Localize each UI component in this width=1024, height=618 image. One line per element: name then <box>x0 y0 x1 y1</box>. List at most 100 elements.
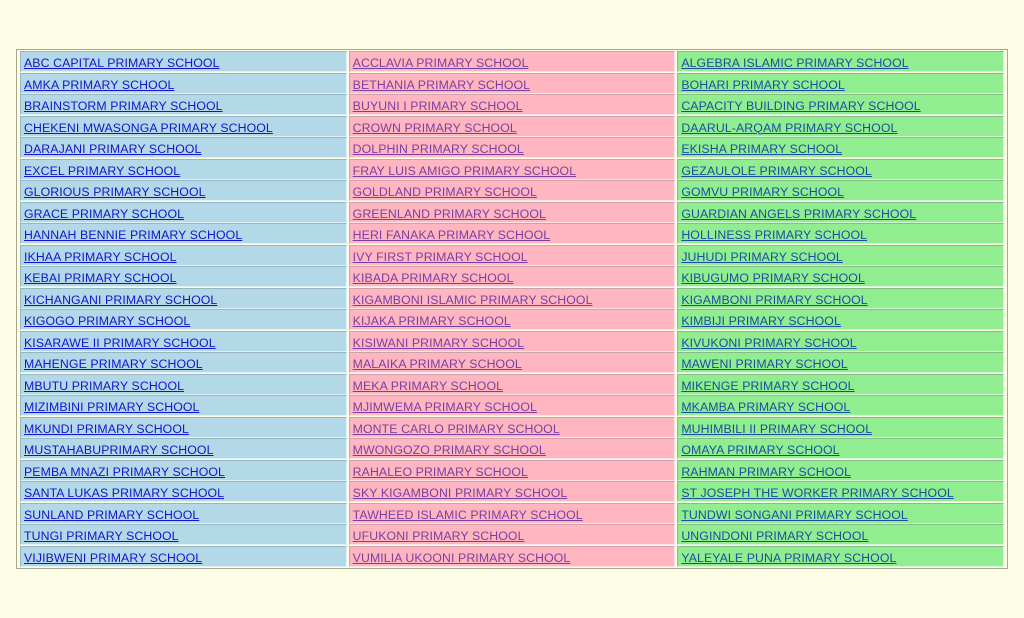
school-link[interactable]: RAHALEO PRIMARY SCHOOL <box>353 465 528 479</box>
school-link[interactable]: KIGOGO PRIMARY SCHOOL <box>24 314 190 328</box>
school-link[interactable]: MKUNDI PRIMARY SCHOOL <box>24 422 189 436</box>
school-cell[interactable]: KIBUGUMO PRIMARY SCHOOL <box>677 266 1004 287</box>
school-cell[interactable]: KICHANGANI PRIMARY SCHOOL <box>20 287 347 309</box>
school-link[interactable]: TUNDWI SONGANI PRIMARY SCHOOL <box>681 508 908 522</box>
school-link[interactable]: ALGEBRA ISLAMIC PRIMARY SCHOOL <box>681 56 908 70</box>
school-cell[interactable]: MWONGOZO PRIMARY SCHOOL <box>348 438 676 459</box>
school-cell[interactable]: BRAINSTORM PRIMARY SCHOOL <box>20 94 347 115</box>
school-link[interactable]: GLORIOUS PRIMARY SCHOOL <box>24 185 206 199</box>
school-link[interactable]: ABC CAPITAL PRIMARY SCHOOL <box>24 56 220 70</box>
school-link[interactable]: GUARDIAN ANGELS PRIMARY SCHOOL <box>681 207 916 221</box>
school-cell[interactable]: MEKA PRIMARY SCHOOL <box>348 373 676 395</box>
school-cell[interactable]: IKHAA PRIMARY SCHOOL <box>20 244 347 266</box>
school-link[interactable]: GEZAULOLE PRIMARY SCHOOL <box>681 164 872 178</box>
school-link[interactable]: KIGAMBONI ISLAMIC PRIMARY SCHOOL <box>353 293 593 307</box>
school-link[interactable]: AMKA PRIMARY SCHOOL <box>24 78 174 92</box>
school-link[interactable]: MONTE CARLO PRIMARY SCHOOL <box>353 422 560 436</box>
school-link[interactable]: VUMILIA UKOONI PRIMARY SCHOOL <box>353 551 571 565</box>
school-link[interactable]: DAARUL-ARQAM PRIMARY SCHOOL <box>681 121 897 135</box>
school-cell[interactable]: MKUNDI PRIMARY SCHOOL <box>20 416 347 438</box>
school-cell[interactable]: OMAYA PRIMARY SCHOOL <box>677 438 1004 459</box>
school-cell[interactable]: MUHIMBILI II PRIMARY SCHOOL <box>677 416 1004 438</box>
school-cell[interactable]: MONTE CARLO PRIMARY SCHOOL <box>348 416 676 438</box>
school-link[interactable]: MAHENGE PRIMARY SCHOOL <box>24 357 203 371</box>
school-link[interactable]: CROWN PRIMARY SCHOOL <box>353 121 517 135</box>
school-cell[interactable]: KIGAMBONI ISLAMIC PRIMARY SCHOOL <box>348 287 676 309</box>
school-link[interactable]: MUHIMBILI II PRIMARY SCHOOL <box>681 422 872 436</box>
school-cell[interactable]: JUHUDI PRIMARY SCHOOL <box>677 244 1004 266</box>
school-cell[interactable]: HOLLINESS PRIMARY SCHOOL <box>677 223 1004 244</box>
school-cell[interactable]: UFUKONI PRIMARY SCHOOL <box>348 524 676 545</box>
school-cell[interactable]: UNGINDONI PRIMARY SCHOOL <box>677 524 1004 545</box>
school-cell[interactable]: GOMVU PRIMARY SCHOOL <box>677 180 1004 201</box>
school-link[interactable]: BOHARI PRIMARY SCHOOL <box>681 78 845 92</box>
school-link[interactable]: MWONGOZO PRIMARY SCHOOL <box>353 443 546 457</box>
school-link[interactable]: DOLPHIN PRIMARY SCHOOL <box>353 142 524 156</box>
school-link[interactable]: HOLLINESS PRIMARY SCHOOL <box>681 228 867 242</box>
school-cell[interactable]: MALAIKA PRIMARY SCHOOL <box>348 352 676 373</box>
school-cell[interactable]: KEBAI PRIMARY SCHOOL <box>20 266 347 287</box>
school-cell[interactable]: MAHENGE PRIMARY SCHOOL <box>20 352 347 373</box>
school-cell[interactable]: AMKA PRIMARY SCHOOL <box>20 72 347 94</box>
school-cell[interactable]: TAWHEED ISLAMIC PRIMARY SCHOOL <box>348 502 676 524</box>
school-cell[interactable]: MBUTU PRIMARY SCHOOL <box>20 373 347 395</box>
school-cell[interactable]: KIBADA PRIMARY SCHOOL <box>348 266 676 287</box>
school-link[interactable]: SANTA LUKAS PRIMARY SCHOOL <box>24 486 224 500</box>
school-link[interactable]: KIGAMBONI PRIMARY SCHOOL <box>681 293 867 307</box>
school-link[interactable]: KIBADA PRIMARY SCHOOL <box>353 271 514 285</box>
school-link[interactable]: MKAMBA PRIMARY SCHOOL <box>681 400 850 414</box>
school-link[interactable]: MIZIMBINI PRIMARY SCHOOL <box>24 400 200 414</box>
school-cell[interactable]: CHEKENI MWASONGA PRIMARY SCHOOL <box>20 115 347 137</box>
school-link[interactable]: MBUTU PRIMARY SCHOOL <box>24 379 184 393</box>
school-link[interactable]: SUNLAND PRIMARY SCHOOL <box>24 508 199 522</box>
school-cell[interactable]: ALGEBRA ISLAMIC PRIMARY SCHOOL <box>677 51 1004 72</box>
school-link[interactable]: BUYUNI I PRIMARY SCHOOL <box>353 99 523 113</box>
school-cell[interactable]: SANTA LUKAS PRIMARY SCHOOL <box>20 481 347 502</box>
school-link[interactable]: MJIMWEMA PRIMARY SCHOOL <box>353 400 537 414</box>
school-link[interactable]: RAHMAN PRIMARY SCHOOL <box>681 465 851 479</box>
school-cell[interactable]: KIGOGO PRIMARY SCHOOL <box>20 309 347 330</box>
school-cell[interactable]: VUMILIA UKOONI PRIMARY SCHOOL <box>348 545 676 567</box>
school-link[interactable]: MEKA PRIMARY SCHOOL <box>353 379 503 393</box>
school-link[interactable]: EKISHA PRIMARY SCHOOL <box>681 142 842 156</box>
school-link[interactable]: KISIWANI PRIMARY SCHOOL <box>353 336 525 350</box>
school-link[interactable]: PEMBA MNAZI PRIMARY SCHOOL <box>24 465 225 479</box>
school-cell[interactable]: KIJAKA PRIMARY SCHOOL <box>348 309 676 330</box>
school-link[interactable]: KISARAWE II PRIMARY SCHOOL <box>24 336 216 350</box>
school-cell[interactable]: TUNGI PRIMARY SCHOOL <box>20 524 347 545</box>
school-link[interactable]: GOMVU PRIMARY SCHOOL <box>681 185 844 199</box>
school-cell[interactable]: CAPACITY BUILDING PRIMARY SCHOOL <box>677 94 1004 115</box>
school-cell[interactable]: RAHALEO PRIMARY SCHOOL <box>348 459 676 481</box>
school-link[interactable]: MAWENI PRIMARY SCHOOL <box>681 357 848 371</box>
school-cell[interactable]: MAWENI PRIMARY SCHOOL <box>677 352 1004 373</box>
school-link[interactable]: IVY FIRST PRIMARY SCHOOL <box>353 250 528 264</box>
school-link[interactable]: KIVUKONI PRIMARY SCHOOL <box>681 336 856 350</box>
school-cell[interactable]: GLORIOUS PRIMARY SCHOOL <box>20 180 347 201</box>
school-cell[interactable]: EKISHA PRIMARY SCHOOL <box>677 137 1004 158</box>
school-link[interactable]: SKY KIGAMBONI PRIMARY SCHOOL <box>353 486 568 500</box>
school-link[interactable]: DARAJANI PRIMARY SCHOOL <box>24 142 201 156</box>
school-link[interactable]: BETHANIA PRIMARY SCHOOL <box>353 78 530 92</box>
school-cell[interactable]: RAHMAN PRIMARY SCHOOL <box>677 459 1004 481</box>
school-cell[interactable]: KIVUKONI PRIMARY SCHOOL <box>677 330 1004 352</box>
school-link[interactable]: FRAY LUIS AMIGO PRIMARY SCHOOL <box>353 164 577 178</box>
school-cell[interactable]: BOHARI PRIMARY SCHOOL <box>677 72 1004 94</box>
school-cell[interactable]: IVY FIRST PRIMARY SCHOOL <box>348 244 676 266</box>
school-link[interactable]: IKHAA PRIMARY SCHOOL <box>24 250 177 264</box>
school-link[interactable]: EXCEL PRIMARY SCHOOL <box>24 164 180 178</box>
school-cell[interactable]: HERI FANAKA PRIMARY SCHOOL <box>348 223 676 244</box>
school-cell[interactable]: KIGAMBONI PRIMARY SCHOOL <box>677 287 1004 309</box>
school-link[interactable]: UFUKONI PRIMARY SCHOOL <box>353 529 525 543</box>
school-link[interactable]: UNGINDONI PRIMARY SCHOOL <box>681 529 868 543</box>
school-link[interactable]: HERI FANAKA PRIMARY SCHOOL <box>353 228 551 242</box>
school-link[interactable]: TAWHEED ISLAMIC PRIMARY SCHOOL <box>353 508 583 522</box>
school-cell[interactable]: ST JOSEPH THE WORKER PRIMARY SCHOOL <box>677 481 1004 502</box>
school-cell[interactable]: CROWN PRIMARY SCHOOL <box>348 115 676 137</box>
school-link[interactable]: GOLDLAND PRIMARY SCHOOL <box>353 185 537 199</box>
school-link[interactable]: KIMBIJI PRIMARY SCHOOL <box>681 314 841 328</box>
school-cell[interactable]: EXCEL PRIMARY SCHOOL <box>20 158 347 180</box>
school-cell[interactable]: SKY KIGAMBONI PRIMARY SCHOOL <box>348 481 676 502</box>
school-cell[interactable]: PEMBA MNAZI PRIMARY SCHOOL <box>20 459 347 481</box>
school-link[interactable]: VIJIBWENI PRIMARY SCHOOL <box>24 551 202 565</box>
school-cell[interactable]: SUNLAND PRIMARY SCHOOL <box>20 502 347 524</box>
